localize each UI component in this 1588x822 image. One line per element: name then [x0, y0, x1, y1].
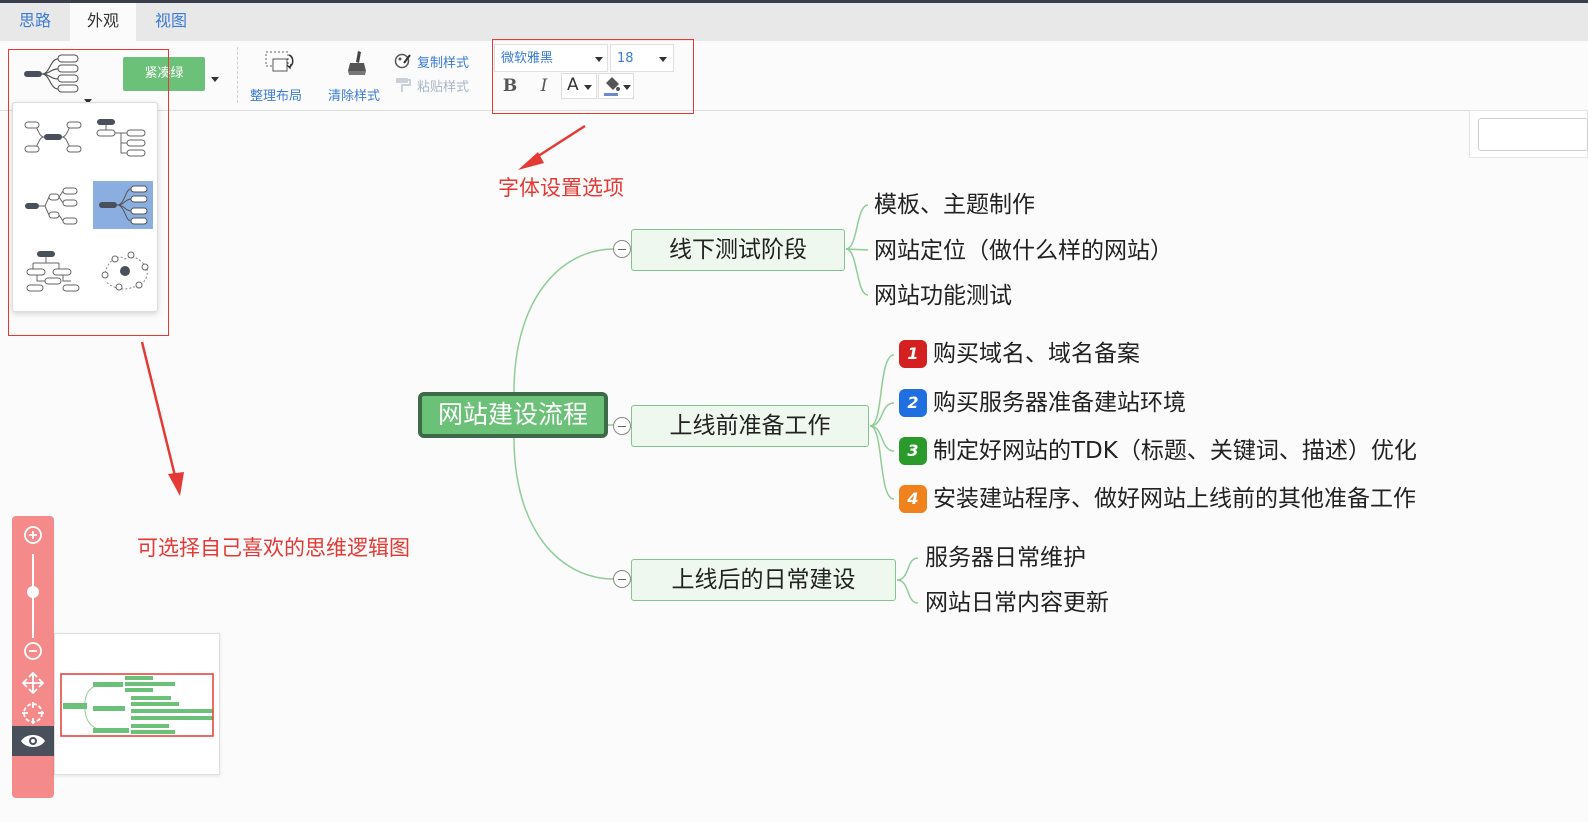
root-node[interactable]: 网站建设流程: [418, 392, 608, 438]
leaf-node[interactable]: 安装建站程序、做好网站上线前的其他准备工作: [933, 484, 1416, 514]
arrange-layout-button[interactable]: 整理布局: [246, 47, 312, 104]
collapse-toggle[interactable]: [613, 240, 631, 258]
leaf-node[interactable]: 制定好网站的TDK（标题、关键词、描述）优化: [933, 436, 1417, 466]
priority-4-icon: 4: [899, 485, 927, 513]
mindmap-balanced-icon: [24, 121, 82, 153]
zoom-slider-handle[interactable]: [27, 586, 39, 598]
font-highlight-box: [492, 39, 694, 114]
tab-bar: 思路 外观 视图: [0, 3, 1588, 41]
locate-center-icon[interactable]: [21, 701, 45, 725]
minimap[interactable]: [54, 633, 220, 775]
annotation-arrow-head-layout: [168, 472, 184, 496]
arrange-layout-icon: [265, 51, 294, 72]
branch-node[interactable]: 线下测试阶段: [631, 229, 845, 271]
toolbar: 紧凑绿 整理布局 清除样式 复制样式 粘贴样式 微软雅黑 18: [0, 41, 1588, 111]
collapse-toggle[interactable]: [613, 570, 631, 588]
mindmap-editor: 思路 外观 视图 紧凑绿 整理布局 清除样式 复制样式 粘贴样式 微软雅黑 18…: [0, 0, 1588, 822]
palette-icon: [394, 53, 411, 69]
zoom-out-icon[interactable]: [22, 640, 44, 662]
copy-style-label: 复制样式: [417, 56, 470, 71]
layout-option-network[interactable]: [93, 247, 153, 295]
leaf-node[interactable]: 网站定位（做什么样的网站）: [874, 236, 1173, 266]
layout-option-right-mindmap[interactable]: [93, 181, 153, 229]
fishbone-network-icon: [101, 251, 149, 291]
paint-roller-icon: [396, 78, 411, 92]
org-chart-icon: [26, 251, 80, 292]
paste-style-label: 粘贴样式: [417, 80, 470, 95]
theme-caret-icon[interactable]: [211, 77, 219, 82]
eye-icon: [21, 735, 45, 747]
layout-picker-panel: [12, 102, 158, 312]
priority-1-icon: 1: [899, 340, 927, 368]
layout-choice-annotation: 可选择自己喜欢的思维逻辑图: [137, 536, 410, 560]
layout-option-org-tree[interactable]: [93, 113, 153, 161]
paste-style-button[interactable]: 粘贴样式: [394, 75, 478, 95]
collapse-toggle[interactable]: [613, 417, 631, 435]
brush-icon: [348, 51, 366, 75]
clear-style-button[interactable]: 清除样式: [326, 47, 386, 104]
copy-style-button[interactable]: 复制样式: [394, 51, 478, 71]
leaf-node[interactable]: 模板、主题制作: [874, 190, 1035, 220]
branch-node[interactable]: 上线前准备工作: [631, 405, 869, 447]
search-input[interactable]: [1478, 118, 1588, 151]
annotation-arrow-head-font: [518, 152, 544, 170]
layout-option-org-chart[interactable]: [23, 247, 83, 295]
move-icon[interactable]: [21, 671, 45, 695]
arrange-layout-label: 整理布局: [250, 89, 303, 104]
layout-option-logic[interactable]: [23, 181, 83, 229]
mindmap-right-icon: [99, 185, 148, 225]
separator: [237, 47, 238, 103]
org-tree-icon: [96, 119, 146, 157]
tab-appearance[interactable]: 外观: [70, 3, 136, 41]
minimap-preview: [60, 673, 214, 737]
priority-3-icon: 3: [899, 437, 927, 465]
leaf-node[interactable]: 网站日常内容更新: [925, 588, 1109, 618]
leaf-node[interactable]: 购买服务器准备建站环境: [933, 388, 1186, 418]
priority-2-icon: 2: [899, 389, 927, 417]
tab-view[interactable]: 视图: [142, 3, 200, 41]
zoom-in-icon[interactable]: [22, 524, 44, 546]
tab-ideas[interactable]: 思路: [8, 3, 62, 41]
layout-option-balanced[interactable]: [23, 113, 83, 161]
zoom-toolbar: [12, 516, 54, 798]
branch-node[interactable]: 上线后的日常建设: [631, 559, 896, 601]
preview-toggle[interactable]: [12, 726, 54, 756]
leaf-node[interactable]: 网站功能测试: [874, 281, 1012, 311]
font-settings-annotation: 字体设置选项: [498, 176, 624, 200]
clear-style-label: 清除样式: [328, 89, 381, 104]
logic-tree-icon: [25, 187, 78, 225]
leaf-node[interactable]: 服务器日常维护: [925, 543, 1086, 573]
leaf-node[interactable]: 购买域名、域名备案: [933, 339, 1140, 369]
